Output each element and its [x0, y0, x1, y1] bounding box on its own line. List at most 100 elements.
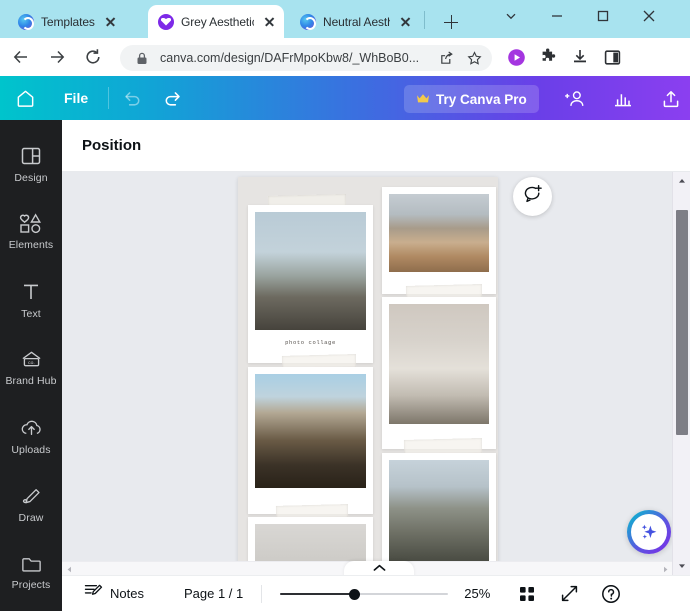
sidebar-item-label: Draw: [18, 511, 44, 524]
toolbar-divider: [108, 87, 110, 109]
tab-title: Grey Aesthetic: [181, 14, 254, 29]
photo-image: [389, 460, 489, 575]
address-bar[interactable]: canva.com/design/DAFrMpoKbw8/_WhBoB0...: [120, 45, 492, 71]
window-close-icon[interactable]: [626, 0, 672, 32]
sidebar-item-label: Design: [14, 171, 48, 184]
close-icon[interactable]: [397, 13, 414, 30]
sidebar-item-elements[interactable]: Elements: [0, 202, 62, 262]
canva-top-bar: File Try Canva Pro: [0, 76, 690, 120]
projects-folder-icon: [20, 554, 43, 574]
crown-icon: [416, 92, 430, 107]
woman-in-white-photo[interactable]: [382, 297, 496, 449]
cobblestone-street-photo[interactable]: [382, 453, 496, 575]
notes-button[interactable]: Notes: [84, 582, 144, 605]
photo-caption: photo collage: [285, 339, 336, 346]
design-page[interactable]: photo collage: [238, 177, 498, 575]
design-layout-icon: [20, 145, 42, 167]
photo-image: [389, 194, 489, 272]
try-canva-pro-button[interactable]: Try Canva Pro: [404, 85, 539, 113]
scroll-left-arrow-icon[interactable]: [62, 562, 76, 576]
home-icon[interactable]: [8, 81, 42, 115]
tab-divider: [424, 11, 425, 29]
sidebar-item-label: Text: [21, 307, 41, 320]
photo-image: [255, 212, 366, 330]
tab-strip: Templates Grey Aesthetic Neutral Aesthe: [0, 0, 690, 38]
photo-image: [255, 374, 366, 488]
help-question-icon[interactable]: [600, 583, 622, 605]
browser-toolbar: canva.com/design/DAFrMpoKbw8/_WhBoB0...: [0, 38, 690, 107]
sidebar-item-label: Projects: [11, 579, 51, 592]
bottom-divider: [261, 584, 263, 603]
lock-icon: [132, 48, 152, 68]
insights-bar-chart-icon[interactable]: [610, 86, 636, 112]
scroll-up-arrow-icon[interactable]: [673, 172, 690, 190]
add-comment-button[interactable]: [513, 177, 552, 216]
sidebar-item-label: Elements: [8, 239, 54, 252]
browser-tab-templates[interactable]: Templates: [8, 5, 140, 38]
zoom-slider-fill: [280, 592, 358, 595]
vertical-scroll-thumb[interactable]: [676, 210, 688, 435]
media-play-icon[interactable]: [506, 47, 526, 67]
try-canva-pro-label: Try Canva Pro: [436, 91, 527, 107]
svg-text:co.: co.: [28, 360, 35, 366]
sidebar-item-draw[interactable]: Draw: [0, 475, 62, 535]
close-icon[interactable]: [261, 13, 278, 30]
split-screen-icon[interactable]: [602, 47, 622, 67]
brand-hub-icon: co.: [20, 349, 43, 370]
scroll-down-arrow-icon[interactable]: [673, 557, 690, 575]
zoom-slider-handle[interactable]: [349, 588, 361, 600]
zoom-level-value[interactable]: 25%: [464, 586, 490, 601]
page-indicator: Page 1 / 1: [183, 586, 244, 601]
position-panel-header: Position: [62, 120, 690, 172]
sidebar-item-brand-hub[interactable]: co. Brand Hub: [0, 338, 62, 398]
elements-shapes-icon: [19, 213, 43, 234]
canva-bottom-bar: Notes Page 1 / 1 25%: [62, 575, 690, 611]
edge-icon: [300, 13, 316, 30]
minimize-icon[interactable]: [534, 0, 580, 32]
white-roses-photo[interactable]: [248, 367, 373, 514]
sidebar-item-design[interactable]: Design: [0, 134, 62, 194]
back-arrow-icon[interactable]: [6, 42, 36, 72]
canva-icon: [158, 13, 174, 30]
add-collaborator-icon[interactable]: [562, 86, 588, 112]
magic-studio-button[interactable]: [627, 510, 671, 554]
forward-arrow-icon[interactable]: [42, 42, 72, 72]
magic-sparkles-icon: [631, 514, 667, 550]
tab-search-chevron-icon[interactable]: [488, 0, 534, 32]
reload-icon[interactable]: [78, 42, 108, 72]
maximize-icon[interactable]: [580, 0, 626, 32]
church-towers-photo[interactable]: photo collage: [248, 205, 373, 363]
sidebar-item-text[interactable]: Text: [0, 270, 62, 330]
browser-tab-grey-aesthetic[interactable]: Grey Aesthetic: [148, 5, 284, 38]
undo-icon[interactable]: [115, 81, 149, 115]
fullscreen-expand-icon[interactable]: [558, 583, 580, 605]
zoom-slider[interactable]: [280, 587, 449, 601]
sidebar-item-uploads[interactable]: Uploads: [0, 407, 62, 467]
old-town-rooftops-photo[interactable]: [382, 187, 496, 294]
tab-title: Neutral Aesthe: [323, 14, 390, 29]
canva-left-rail: Design Elements Text co. Brand Hub Uploa…: [0, 120, 62, 611]
add-comment-icon: [522, 184, 543, 210]
design-canvas-area[interactable]: photo collage: [62, 172, 690, 575]
sidebar-item-projects[interactable]: Projects: [0, 543, 62, 603]
grid-view-icon[interactable]: [516, 583, 538, 605]
upload-export-icon[interactable]: [658, 86, 684, 112]
browser-tab-neutral-aesthetic[interactable]: Neutral Aesthe: [290, 5, 420, 38]
draw-pen-icon: [20, 486, 43, 507]
page-title: Position: [82, 137, 142, 154]
share-icon[interactable]: [436, 48, 456, 68]
text-t-icon: [20, 281, 42, 303]
new-tab-button[interactable]: [438, 9, 464, 35]
downloads-icon[interactable]: [570, 47, 590, 67]
extensions-puzzle-icon[interactable]: [538, 47, 558, 67]
tab-title: Templates: [41, 14, 95, 29]
photo-image: [389, 304, 489, 424]
star-icon[interactable]: [464, 48, 484, 68]
sidebar-item-label: Brand Hub: [5, 375, 57, 388]
browser-window: Templates Grey Aesthetic Neutral Aesthe: [0, 0, 690, 611]
redo-icon[interactable]: [155, 81, 189, 115]
file-menu-button[interactable]: File: [54, 85, 98, 111]
close-icon[interactable]: [102, 13, 119, 30]
scroll-right-arrow-icon[interactable]: [658, 562, 672, 576]
canvas-vertical-scrollbar[interactable]: [672, 172, 690, 575]
